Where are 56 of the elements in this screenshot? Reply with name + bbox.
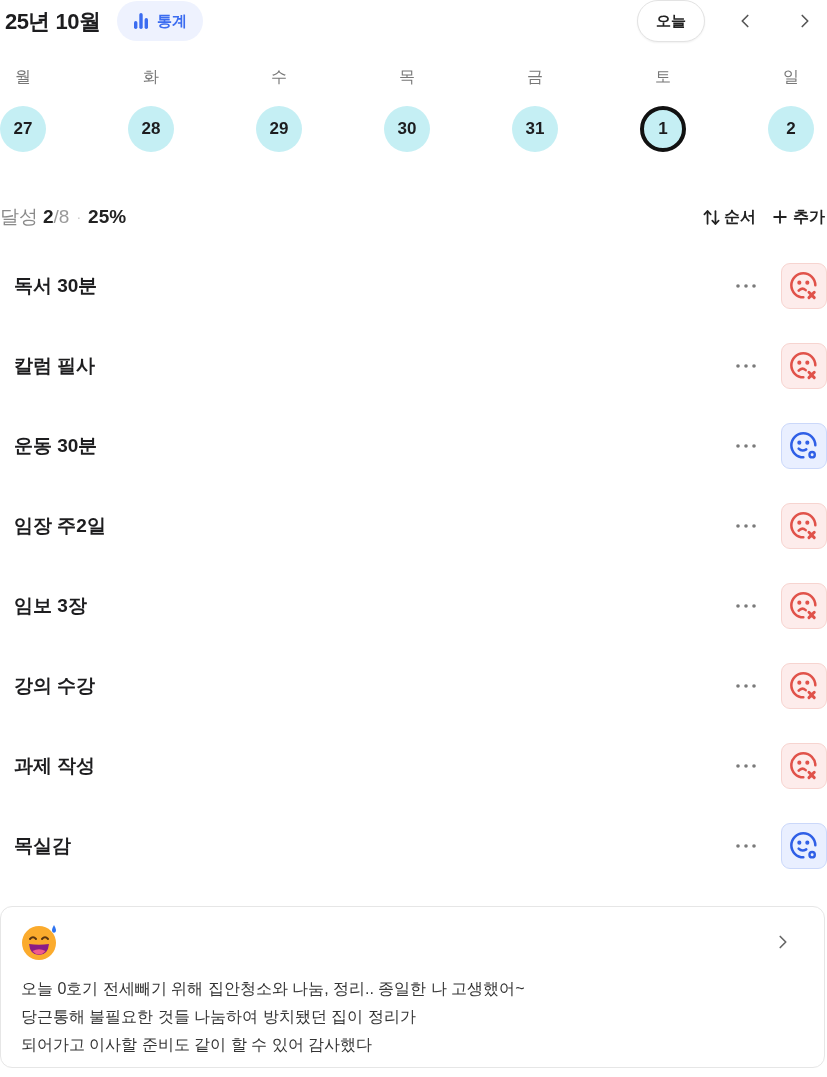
smiling-face-ring-icon [790,432,818,460]
stats-button[interactable]: 통계 [116,1,203,41]
more-icon [736,684,756,688]
habit-status-button[interactable] [781,743,827,789]
plus-icon [770,207,790,227]
sad-face-cross-icon [790,672,818,700]
habit-name: 칼럼 필사 [14,353,96,378]
more-icon [736,284,756,288]
achievement-percent: 25% [88,204,127,229]
today-button[interactable]: 오늘 [637,0,705,42]
sad-face-cross-icon [790,752,818,780]
habit-name: 운동 30분 [14,433,98,458]
more-icon [736,764,756,768]
month-title: 25년 10월 [5,7,101,36]
sort-arrows-icon [702,207,721,227]
more-icon [736,364,756,368]
more-icon [736,444,756,448]
sad-face-cross-icon [790,272,818,300]
habit-status-button[interactable] [781,663,827,709]
smiling-face-ring-icon [790,832,818,860]
separator-dot: · [76,207,82,227]
habit-name: 목실감 [14,833,71,858]
diary-text-line: 당근통해 불필요한 것들 나눔하여 방치됐던 집이 정리가 [21,1007,417,1027]
habit-name: 임보 3장 [14,593,87,618]
grinning-face-sweat-icon [21,923,59,961]
habit-status-button[interactable] [781,503,827,549]
habit-status-button[interactable] [781,423,827,469]
weekday-label: 목 [399,67,415,87]
habit-name: 강의 수강 [14,673,96,698]
achievement-label: 달성 [0,204,38,229]
habit-status-button[interactable] [781,343,827,389]
weekday-label: 토 [655,67,671,87]
habit-status-button[interactable] [781,263,827,309]
bar-chart-icon [132,12,149,30]
weekday-label: 월 [15,67,31,87]
weekday-label: 일 [783,67,799,87]
sad-face-cross-icon [790,512,818,540]
total-count: /8 [53,204,70,229]
sad-face-cross-icon [790,352,818,380]
add-button[interactable]: 추가 [770,205,825,229]
diary-text-line: 오늘 0호기 전세빼기 위해 집안청소와 나눔, 정리.. 종일한 나 고생했어~ [21,979,526,999]
more-icon [736,844,756,848]
habit-status-button[interactable] [781,823,827,869]
sad-face-cross-icon [790,592,818,620]
diary-text-line: 되어가고 이사할 준비도 같이 할 수 있어 감사했다 [21,1035,374,1055]
habit-name: 임장 주2일 [14,513,106,538]
more-icon [736,604,756,608]
weekday-label: 수 [271,67,287,87]
more-icon [736,524,756,528]
weekday-label: 금 [527,67,543,87]
habit-name: 과제 작성 [14,753,96,778]
sort-button[interactable]: 순서 [702,205,756,229]
achieved-count: 2 [43,204,54,229]
habit-name: 독서 30분 [14,273,98,298]
habit-status-button[interactable] [781,583,827,629]
weekday-label: 화 [143,67,159,87]
